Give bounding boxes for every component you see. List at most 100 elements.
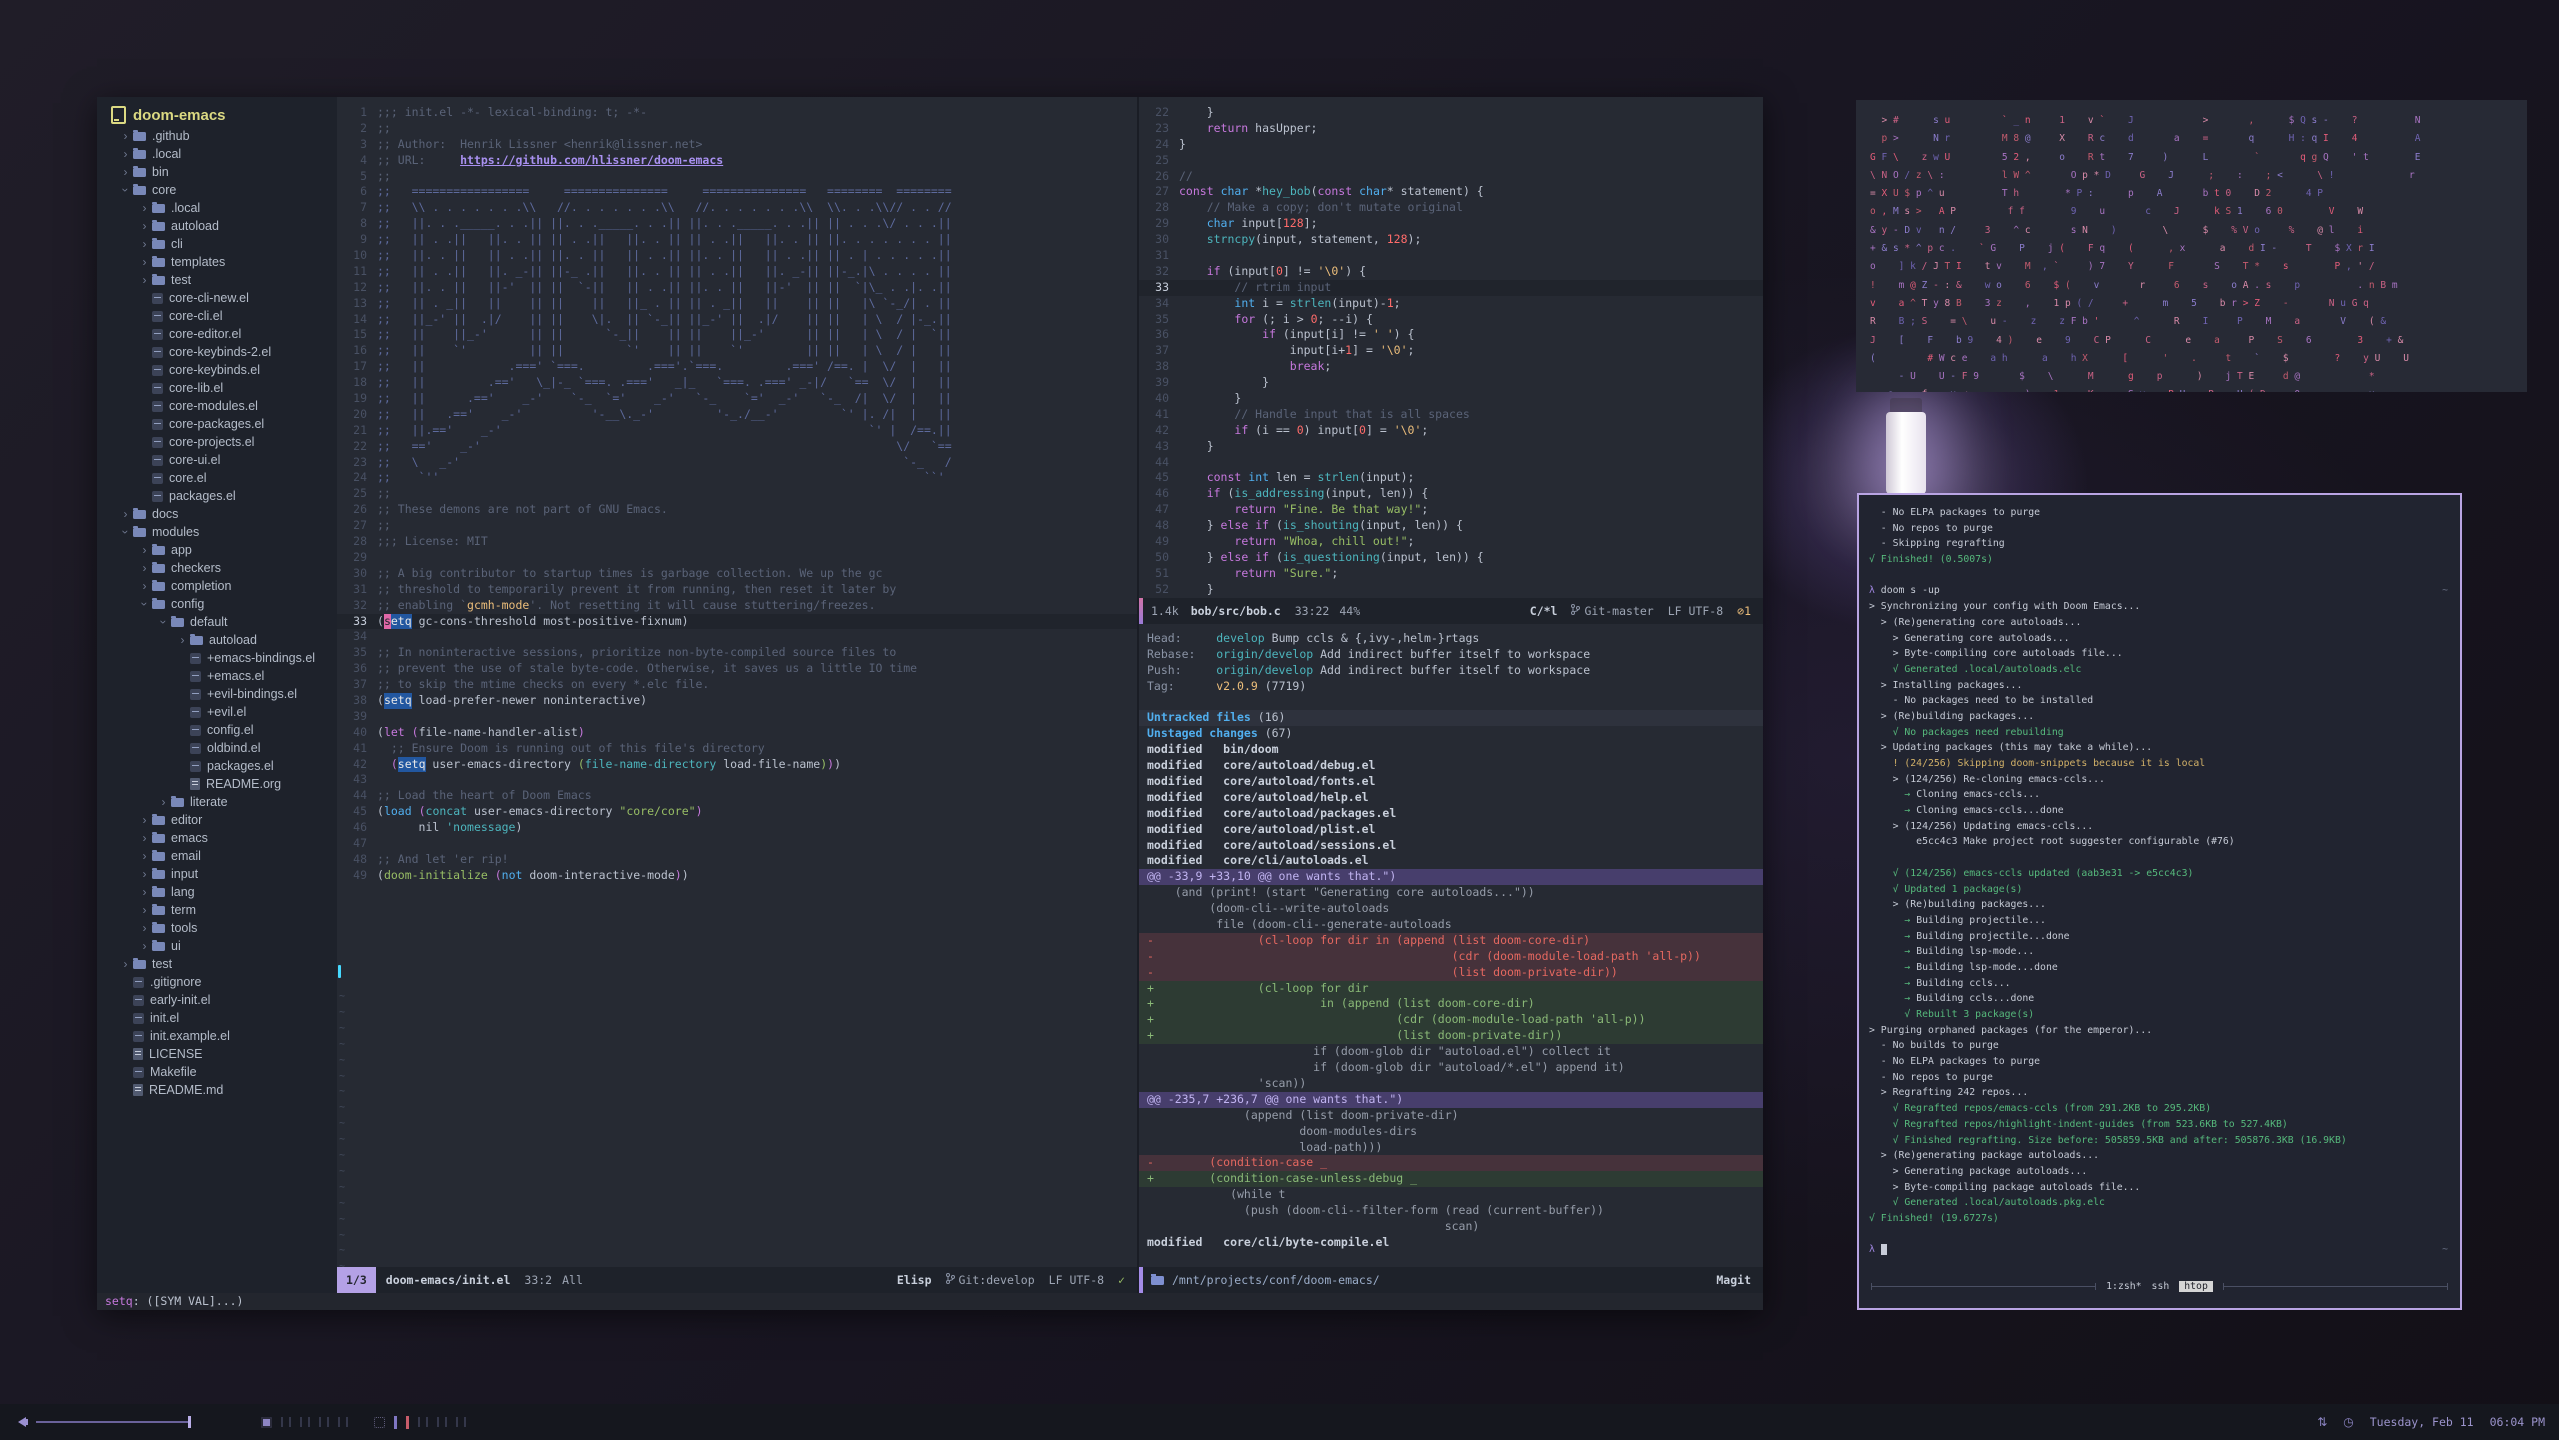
tree-item[interactable]: › email xyxy=(97,847,337,865)
chevron-icon[interactable]: › xyxy=(139,255,150,269)
chevron-icon[interactable]: › xyxy=(120,147,131,161)
tree-item[interactable]: › emacs xyxy=(97,829,337,847)
chevron-icon[interactable]: › xyxy=(139,273,150,287)
magit-line[interactable]: Tag: v2.0.9 (7719) xyxy=(1139,679,1763,695)
magit-line[interactable]: if (doom-glob dir "autoload.el") collect… xyxy=(1139,1044,1763,1060)
updown-arrows-icon[interactable]: ⇅ xyxy=(2317,1415,2327,1429)
tree-item[interactable]: core-lib.el xyxy=(97,379,337,397)
workspace-indicator[interactable] xyxy=(338,1417,348,1427)
tree-item[interactable]: › .local xyxy=(97,145,337,163)
tree-item[interactable]: › lang xyxy=(97,883,337,901)
chevron-icon[interactable]: › xyxy=(120,957,131,971)
magit-line[interactable]: modified core/autoload/plist.el xyxy=(1139,822,1763,838)
tree-item[interactable]: core-packages.el xyxy=(97,415,337,433)
workspace-indicator[interactable] xyxy=(319,1417,329,1427)
magit-line[interactable]: @@ -33,9 +33,10 @@ one wants that.") xyxy=(1139,869,1763,886)
chevron-icon[interactable]: › xyxy=(139,201,150,215)
chevron-icon[interactable]: › xyxy=(177,633,188,647)
magit-line[interactable]: modified core/autoload/sessions.el xyxy=(1139,838,1763,854)
tree-item[interactable]: › modules xyxy=(97,523,337,541)
tree-item[interactable]: +emacs.el xyxy=(97,667,337,685)
tree-item[interactable]: README.org xyxy=(97,775,337,793)
tree-item[interactable]: .gitignore xyxy=(97,973,337,991)
tree-item[interactable]: +evil.el xyxy=(97,703,337,721)
magit-line[interactable]: + (list doom-private-dir)) xyxy=(1139,1028,1763,1045)
tree-item[interactable]: › core xyxy=(97,181,337,199)
magit-line[interactable]: modified core/autoload/packages.el xyxy=(1139,806,1763,822)
tree-item[interactable]: › term xyxy=(97,901,337,919)
magit-buffer-window[interactable]: Head: develop Bump ccls & {,ivy-,helm-}r… xyxy=(1139,623,1763,1275)
chevron-icon[interactable]: › xyxy=(157,617,171,628)
magit-line[interactable]: + (cl-loop for dir xyxy=(1139,980,1763,997)
chevron-icon[interactable]: › xyxy=(119,185,133,196)
tree-item[interactable]: init.el xyxy=(97,1009,337,1027)
tree-item[interactable]: init.example.el xyxy=(97,1027,337,1045)
matrix-terminal[interactable]: > # s u ` _ n 1 v ` J > , $ Q s - ? N p … xyxy=(1856,100,2527,392)
tree-item[interactable]: core-cli-new.el xyxy=(97,289,337,307)
tree-item[interactable]: oldbind.el xyxy=(97,739,337,757)
chevron-icon[interactable]: › xyxy=(139,561,150,575)
tree-item[interactable]: core.el xyxy=(97,469,337,487)
chevron-icon[interactable]: › xyxy=(139,579,150,593)
tree-item[interactable]: core-ui.el xyxy=(97,451,337,469)
chevron-icon[interactable]: › xyxy=(139,831,150,845)
tree-item[interactable]: +evil-bindings.el xyxy=(97,685,337,703)
tree-item[interactable]: early-init.el xyxy=(97,991,337,1009)
magit-line[interactable]: (push (doom-cli--filter-form (read (curr… xyxy=(1139,1203,1763,1219)
chevron-icon[interactable]: › xyxy=(139,885,150,899)
workspace-indicator[interactable] xyxy=(406,1415,409,1429)
magit-line[interactable]: modified bin/doom xyxy=(1139,742,1763,758)
workspace-indicator[interactable] xyxy=(261,1416,272,1428)
chevron-icon[interactable]: › xyxy=(120,507,131,521)
chevron-icon[interactable]: › xyxy=(139,903,150,917)
tmux-window-2[interactable]: ssh xyxy=(2152,1281,2170,1292)
tree-item[interactable]: core-keybinds-2.el xyxy=(97,343,337,361)
tree-item[interactable]: README.md xyxy=(97,1081,337,1099)
workspace-group-2[interactable] xyxy=(374,1415,466,1429)
doom-sync-terminal[interactable]: - No ELPA packages to purge - No repos t… xyxy=(1857,493,2462,1310)
chevron-icon[interactable]: › xyxy=(139,849,150,863)
chevron-icon[interactable]: › xyxy=(139,543,150,557)
c-buffer-window[interactable]: 22 } 23 return hasUpper; 24} 25 26//27 const … xyxy=(1139,97,1763,606)
tree-item[interactable]: › autoload xyxy=(97,217,337,235)
workspace-group-1[interactable] xyxy=(261,1416,348,1428)
tmux-window-selected[interactable]: htop xyxy=(2179,1281,2213,1292)
minibuffer[interactable]: setq: ([SYM VAL]...) xyxy=(97,1293,1763,1310)
init-buffer-window[interactable]: 1;;; init.el -*- lexical-binding: t; -*-… xyxy=(337,97,1137,1275)
tree-item[interactable]: core-keybinds.el xyxy=(97,361,337,379)
magit-line[interactable]: - (cdr (doom-module-load-path 'all-p)) xyxy=(1139,948,1763,965)
magit-line[interactable]: + (condition-case-unless-debug _ xyxy=(1139,1171,1763,1188)
tree-item[interactable]: › templates xyxy=(97,253,337,271)
workspace-indicator[interactable] xyxy=(418,1417,428,1427)
workspace-badge[interactable]: 1/3 xyxy=(337,1267,376,1293)
magit-line[interactable]: load-path))) xyxy=(1139,1140,1763,1156)
magit-line[interactable]: - (cl-loop for dir in (append (list doom… xyxy=(1139,932,1763,949)
tree-item[interactable]: › .local xyxy=(97,199,337,217)
tree-item[interactable]: › cli xyxy=(97,235,337,253)
magit-line[interactable]: Unstaged changes (67) xyxy=(1139,726,1763,742)
chevron-icon[interactable]: › xyxy=(139,867,150,881)
tree-item[interactable]: › .github xyxy=(97,127,337,145)
bar-date[interactable]: Tuesday, Feb 11 xyxy=(2370,1415,2474,1429)
chevron-icon[interactable]: › xyxy=(139,813,150,827)
chevron-icon[interactable]: › xyxy=(139,921,150,935)
magit-line[interactable]: (while t xyxy=(1139,1187,1763,1203)
tree-item[interactable]: › docs xyxy=(97,505,337,523)
tree-item[interactable]: › default xyxy=(97,613,337,631)
tree-item[interactable]: › ui xyxy=(97,937,337,955)
tree-item[interactable]: Makefile xyxy=(97,1063,337,1081)
volume-slider[interactable] xyxy=(36,1416,191,1428)
magit-line[interactable]: modified core/autoload/help.el xyxy=(1139,790,1763,806)
magit-line[interactable]: - (condition-case _ xyxy=(1139,1155,1763,1172)
magit-line[interactable]: modified core/autoload/debug.el xyxy=(1139,758,1763,774)
magit-line[interactable]: (and (print! (start "Generating core aut… xyxy=(1139,885,1763,901)
workspace-indicator[interactable] xyxy=(394,1415,397,1429)
magit-line[interactable]: modified core/cli/byte-compile.el xyxy=(1139,1235,1763,1251)
chevron-icon[interactable]: › xyxy=(139,939,150,953)
magit-line[interactable]: (append (list doom-private-dir) xyxy=(1139,1108,1763,1124)
tree-item[interactable]: core-cli.el xyxy=(97,307,337,325)
magit-line[interactable]: + (cdr (doom-module-load-path 'all-p)) xyxy=(1139,1012,1763,1029)
tree-item[interactable]: › checkers xyxy=(97,559,337,577)
tree-item[interactable]: › bin xyxy=(97,163,337,181)
chevron-icon[interactable]: › xyxy=(120,165,131,179)
